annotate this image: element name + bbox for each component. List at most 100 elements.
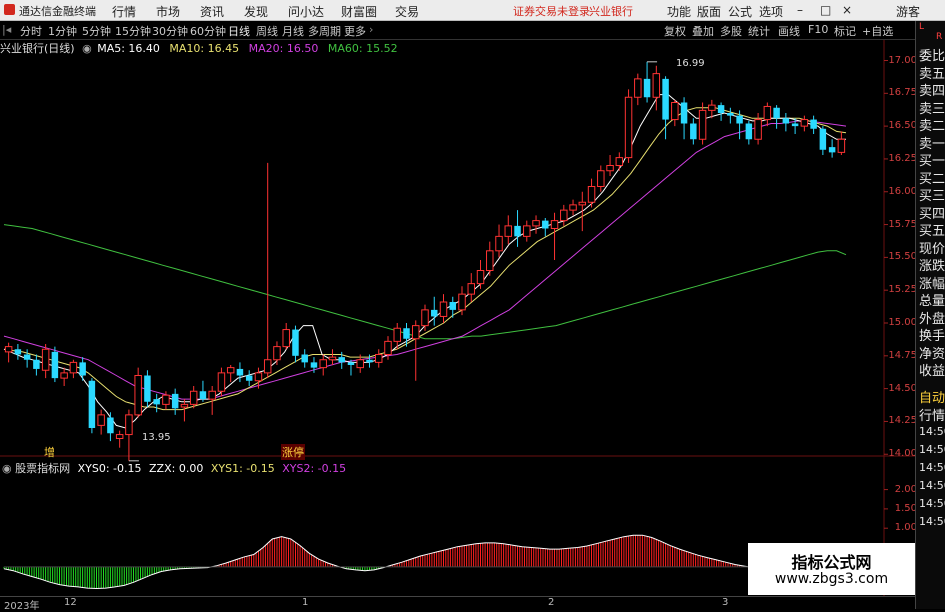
- candle-body: [837, 138, 846, 153]
- watermark-banner: 指标公式网 www.zbgs3.com: [748, 543, 915, 595]
- low-price-label: 13.95: [142, 432, 171, 443]
- indicator-settings-icon[interactable]: ◉: [2, 462, 12, 475]
- candle-body: [97, 414, 105, 426]
- price-tick-label: 16.25: [888, 152, 917, 164]
- event-marker-zeng[interactable]: 增: [44, 444, 55, 460]
- candle-body: [486, 250, 494, 271]
- candle-body: [810, 119, 817, 129]
- candle-body: [282, 329, 290, 348]
- indicator-info-line: ◉ 股票指标网 XYS0: -0.15 ZZX: 0.00 XYS1: -0.1…: [2, 460, 346, 476]
- quote-field-label: 买四: [919, 206, 945, 222]
- price-tick-label: 15.75: [888, 218, 917, 230]
- quote-field-label: 委比: [919, 49, 945, 64]
- candle-body: [624, 96, 633, 159]
- candle-body: [374, 354, 383, 363]
- candle-body: [615, 157, 624, 166]
- tick-time-label: 14:50: [919, 497, 945, 510]
- ma5-line: [3, 94, 846, 429]
- candle-body: [421, 309, 429, 327]
- candle-body: [393, 327, 401, 342]
- candle-body: [403, 328, 410, 339]
- candle-body: [708, 104, 716, 111]
- xys1-value: XYS1: -0.15: [210, 462, 275, 475]
- event-marker-zhangting[interactable]: 涨停: [281, 444, 305, 460]
- candle-body: [236, 368, 244, 376]
- quote-field-label: 外盘: [919, 311, 945, 327]
- price-tick-label: 16.50: [888, 120, 917, 132]
- quote-field-label: 卖四: [919, 84, 945, 99]
- candle-body: [180, 403, 189, 408]
- candle-body: [273, 346, 281, 361]
- panel-auto[interactable]: 自动: [919, 387, 945, 406]
- candle-body: [476, 270, 485, 285]
- candle-body: [680, 102, 688, 124]
- quote-field-label: 涨跌: [919, 259, 945, 274]
- quote-field-label: 换手: [919, 329, 945, 344]
- candle-body: [33, 359, 40, 369]
- candle-body: [162, 394, 170, 405]
- candle-body: [115, 434, 124, 439]
- ma20-line: [3, 120, 847, 400]
- candle-body: [263, 359, 272, 374]
- candle-body: [328, 356, 337, 361]
- quote-field-label: 净资: [919, 346, 945, 362]
- candle-body: [514, 225, 521, 237]
- candle-body: [819, 128, 827, 150]
- candle-body: [319, 359, 327, 369]
- candle-body: [208, 390, 216, 400]
- xys2-value: XYS2: -0.15: [282, 462, 347, 475]
- candle-body: [690, 123, 697, 140]
- time-label-year: 2023年: [4, 601, 40, 612]
- quote-field-label: 买一: [919, 154, 945, 169]
- quote-field-label: 买五: [919, 224, 945, 239]
- watermark-title: 指标公式网: [791, 553, 872, 572]
- candle-body: [578, 201, 587, 206]
- candle-body: [41, 348, 50, 371]
- quote-field-label: 卖五: [919, 66, 945, 82]
- candle-body: [366, 359, 373, 363]
- time-label-mar: 3: [722, 597, 729, 608]
- candle-body: [458, 293, 466, 311]
- candle-body: [828, 147, 836, 153]
- price-tick-label: 16.00: [888, 185, 917, 197]
- time-label-jan: 1: [302, 597, 309, 608]
- candle-body: [587, 186, 596, 203]
- candle-body: [560, 209, 568, 222]
- candle-body: [773, 107, 780, 119]
- kline-chart[interactable]: [0, 0, 915, 609]
- candle-body: [439, 301, 448, 317]
- candle-body: [292, 329, 299, 356]
- candle-body: [254, 372, 263, 382]
- quote-side-panel: L R 委比 卖五 卖四 卖三 卖二 卖一 买一 买二 买三 买四 买五 现价 涨跌 涨幅 总量 外盘 换手 净资…: [915, 21, 945, 609]
- candle-body: [356, 359, 364, 369]
- candle-body: [698, 109, 707, 140]
- candle-body: [504, 225, 513, 237]
- price-tick-label: 14.75: [888, 349, 917, 361]
- price-tick-label: 14.25: [888, 415, 917, 427]
- candle-body: [523, 225, 531, 237]
- candle-body: [800, 119, 809, 127]
- quote-field-label: 买二: [919, 171, 945, 187]
- time-label-dec: 12: [64, 597, 77, 608]
- candle-body: [754, 119, 762, 140]
- tick-time-label: 14:50: [919, 443, 945, 456]
- xys0-value: XYS0: -0.15: [77, 462, 142, 475]
- candle-body: [569, 204, 577, 211]
- candle-body: [736, 115, 743, 124]
- candle-body: [763, 105, 772, 121]
- candle-body: [782, 118, 790, 124]
- panel-quote[interactable]: 行情: [919, 405, 945, 424]
- quote-field-label: 涨幅: [919, 276, 945, 292]
- indicator-tick-label: 2.00: [894, 483, 917, 495]
- candle-body: [717, 105, 725, 113]
- candle-body: [88, 380, 96, 428]
- candle-body: [14, 349, 22, 355]
- candle-body: [412, 325, 420, 340]
- candle-body: [727, 113, 734, 116]
- candle-body: [550, 220, 559, 229]
- candle-body: [671, 102, 679, 121]
- candle-body: [532, 220, 540, 227]
- candle-body: [634, 78, 642, 98]
- candle-body: [652, 73, 661, 98]
- tick-time-label: 14:50: [919, 425, 945, 438]
